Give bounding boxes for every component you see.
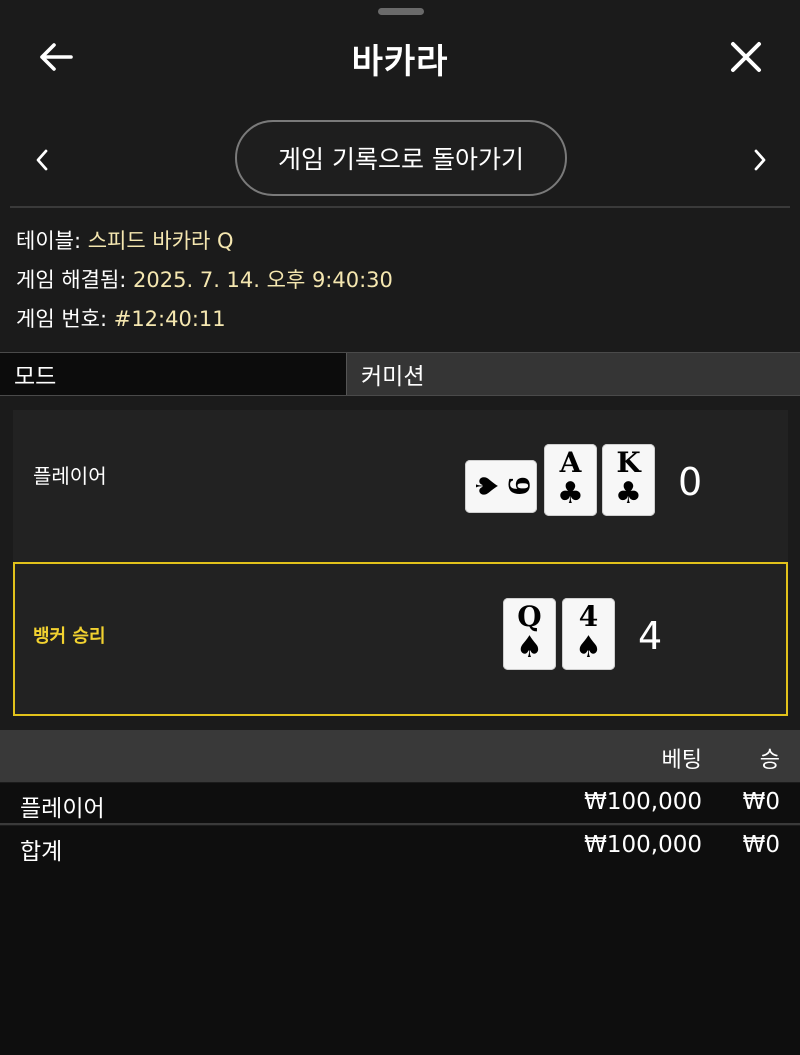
page-title: 바카라 (351, 42, 449, 82)
card-rank: 9 (502, 476, 535, 496)
chevron-left-icon (36, 149, 48, 171)
win-column-header: 승 (759, 748, 780, 773)
playing-card: 9 ♠ (465, 460, 537, 513)
header: 바카라 (0, 20, 800, 92)
card-suit: ♠ (516, 630, 543, 665)
bet-column-header: 베팅 (661, 748, 702, 773)
banker-score: 4 (638, 614, 663, 658)
banker-hand: 뱅커 승리 Q ♠ 4 ♠ 4 (13, 562, 788, 716)
close-icon (731, 42, 761, 72)
drag-handle[interactable] (378, 8, 424, 15)
result-panel: 플레이어 9 ♠ A ♣ K ♣ 0 뱅커 승리 Q ♠ 4 ♠ 4 (13, 410, 788, 716)
table-value: 스피드 바카라 Q (87, 229, 234, 253)
playing-card: A ♣ (544, 444, 597, 516)
previous-game-button[interactable] (22, 140, 62, 180)
mode-label: 모드 (0, 353, 346, 395)
card-suit: ♣ (615, 476, 642, 511)
table-label: 테이블: (16, 229, 82, 253)
row-win-amount: ₩0 (742, 789, 780, 815)
row-label: 플레이어 (20, 796, 105, 822)
playing-card: 4 ♠ (562, 598, 615, 670)
total-win-amount: ₩0 (742, 832, 780, 858)
resolved-value: 2025. 7. 14. 오후 9:40:30 (133, 268, 393, 292)
table-row: 플레이어 ₩100,000 ₩0 (0, 783, 800, 825)
bets-table-header: 베팅 승 (0, 730, 800, 782)
playing-card: K ♣ (602, 444, 655, 516)
card-suit: ♣ (557, 476, 584, 511)
player-hand-label: 플레이어 (33, 464, 107, 488)
card-suit: ♠ (575, 630, 602, 665)
playing-card: Q ♠ (503, 598, 556, 670)
player-hand: 플레이어 9 ♠ A ♣ K ♣ 0 (13, 410, 788, 560)
card-suit: ♠ (468, 472, 503, 500)
row-bet-amount: ₩100,000 (584, 789, 702, 815)
banker-hand-label: 뱅커 승리 (33, 626, 106, 647)
total-label: 합계 (20, 839, 63, 865)
mode-value: 커미션 (346, 353, 800, 395)
empty-area (0, 868, 800, 1055)
resolved-label: 게임 해결됨: (16, 268, 127, 292)
game-number-value: #12:40:11 (113, 307, 226, 331)
card-rank: K (616, 446, 641, 479)
next-game-button[interactable] (740, 140, 780, 180)
back-to-history-button[interactable]: 게임 기록으로 돌아가기 (235, 120, 567, 196)
card-rank: A (559, 446, 582, 479)
game-info: 테이블: 스피드 바카라 Q 게임 해결됨: 2025. 7. 14. 오후 9… (16, 222, 393, 339)
table-info-line: 테이블: 스피드 바카라 Q (16, 222, 393, 261)
game-number-line: 게임 번호: #12:40:11 (16, 300, 393, 339)
player-score: 0 (678, 460, 703, 504)
chevron-right-icon (754, 149, 766, 171)
divider (10, 206, 790, 208)
total-row: 합계 ₩100,000 ₩0 (0, 826, 800, 868)
card-rank: 4 (578, 600, 599, 633)
mode-row: 모드 커미션 (0, 352, 800, 396)
game-navigation: 게임 기록으로 돌아가기 (0, 112, 800, 204)
resolved-info-line: 게임 해결됨: 2025. 7. 14. 오후 9:40:30 (16, 261, 393, 300)
card-rank: Q (517, 600, 542, 633)
close-button[interactable] (720, 34, 772, 80)
game-number-label: 게임 번호: (16, 307, 108, 331)
total-bet-amount: ₩100,000 (584, 832, 702, 858)
